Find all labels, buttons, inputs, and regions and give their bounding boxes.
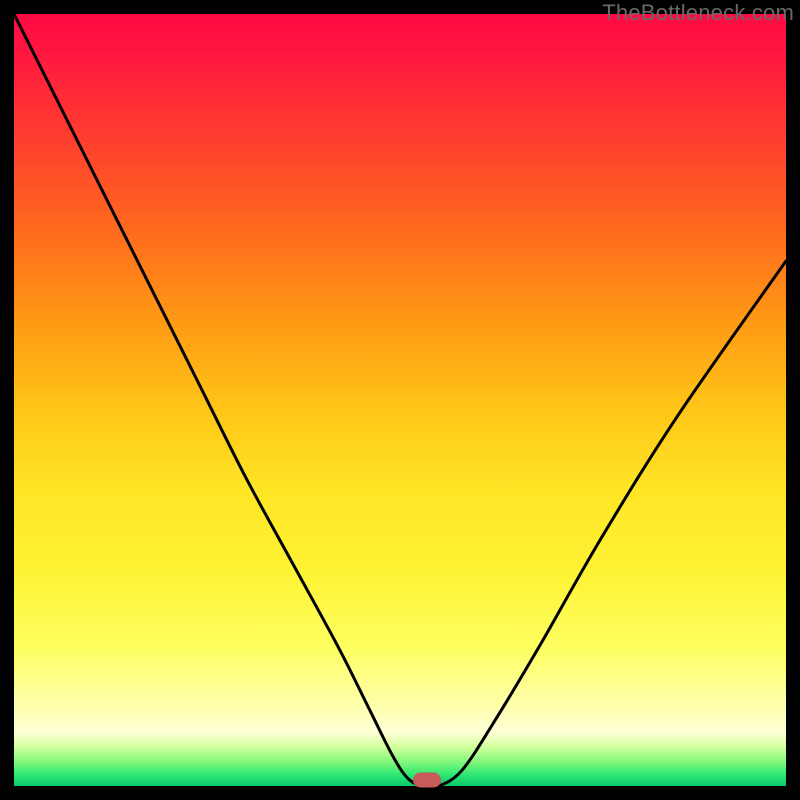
chart-background-gradient (14, 14, 786, 786)
chart-plot (14, 14, 786, 786)
watermark-text: TheBottleneck.com (602, 0, 794, 26)
optimal-point-marker (413, 772, 441, 787)
